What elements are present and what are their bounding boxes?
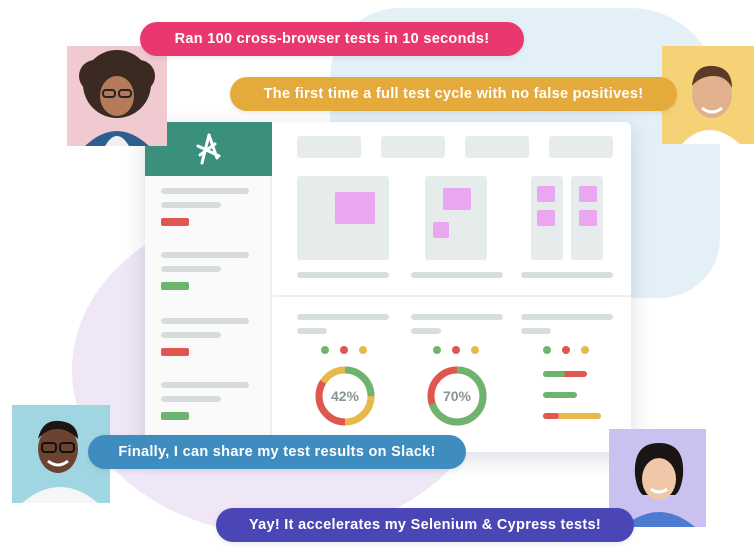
status-tag-green: [161, 412, 189, 420]
bar-segment: [543, 371, 565, 377]
layout-block: [335, 192, 375, 224]
status-dot-yellow: [581, 346, 589, 354]
message-bubble-3: Finally, I can share my test results on …: [88, 435, 466, 469]
message-bubble-1: Ran 100 cross-browser tests in 10 second…: [140, 22, 524, 56]
message-text: Yay! It accelerates my Selenium & Cypres…: [248, 517, 602, 533]
status-dot-red: [452, 346, 460, 354]
layout-block: [433, 222, 449, 238]
section-divider: [273, 295, 631, 297]
tab-placeholder[interactable]: [381, 136, 445, 158]
message-bubble-4: Yay! It accelerates my Selenium & Cypres…: [216, 508, 634, 542]
tab-placeholder[interactable]: [297, 136, 361, 158]
layout-block: [537, 186, 555, 202]
donut-chart-70: 70%: [427, 366, 487, 426]
dashboard-window: 42% 70%: [145, 122, 631, 452]
sidebar: [145, 122, 272, 452]
layout-block: [443, 188, 471, 210]
status-dot-red: [340, 346, 348, 354]
message-text: Finally, I can share my test results on …: [118, 444, 436, 460]
tab-placeholder[interactable]: [465, 136, 529, 158]
status-tag-red: [161, 348, 189, 356]
status-dot-green: [433, 346, 441, 354]
donut-label-70: 70%: [443, 388, 472, 404]
status-dot-yellow: [359, 346, 367, 354]
donut-label-42: 42%: [331, 388, 360, 404]
logo-icon: [196, 133, 220, 165]
donut-chart-42: 42%: [315, 366, 375, 426]
tab-placeholder[interactable]: [549, 136, 613, 158]
layout-block: [579, 186, 597, 202]
status-dot-green: [543, 346, 551, 354]
bar-segment: [543, 392, 577, 398]
status-dot-green: [321, 346, 329, 354]
message-text: Ran 100 cross-browser tests in 10 second…: [174, 31, 490, 47]
layout-block: [579, 210, 597, 226]
status-dot-red: [562, 346, 570, 354]
status-dot-yellow: [471, 346, 479, 354]
bar-segment: [543, 413, 559, 419]
status-tag-green: [161, 282, 189, 290]
status-tag-red: [161, 218, 189, 226]
layout-block: [537, 210, 555, 226]
message-text: The first time a full test cycle with no…: [263, 86, 644, 102]
message-bubble-2: The first time a full test cycle with no…: [230, 77, 677, 111]
avatar-woman-curly-hair: [67, 46, 167, 146]
